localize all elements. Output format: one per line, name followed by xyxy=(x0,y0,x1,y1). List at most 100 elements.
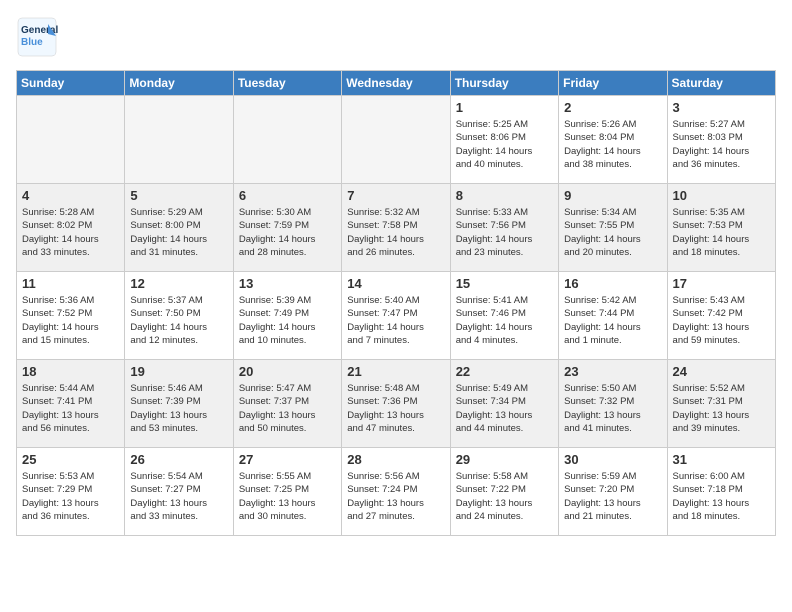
day-number: 12 xyxy=(130,276,227,291)
day-number: 31 xyxy=(673,452,770,467)
day-info: Sunrise: 5:48 AM Sunset: 7:36 PM Dayligh… xyxy=(347,382,444,435)
calendar-cell: 4 Sunrise: 5:28 AM Sunset: 8:02 PM Daylig… xyxy=(17,184,125,272)
calendar-cell: 9Sunrise: 5:34 AM Sunset: 7:55 PM Daylig… xyxy=(559,184,667,272)
weekday-header: Thursday xyxy=(450,71,558,96)
day-info: Sunrise: 5:54 AM Sunset: 7:27 PM Dayligh… xyxy=(130,470,227,523)
day-number: 7 xyxy=(347,188,444,203)
day-info: Sunrise: 5:42 AM Sunset: 7:44 PM Dayligh… xyxy=(564,294,661,347)
day-number: 19 xyxy=(130,364,227,379)
logo-icon: General Blue xyxy=(16,16,58,58)
day-info: Sunrise: 5:41 AM Sunset: 7:46 PM Dayligh… xyxy=(456,294,553,347)
calendar-cell: 15 Sunrise: 5:41 AM Sunset: 7:46 PM Dayli… xyxy=(450,272,558,360)
day-number: 24 xyxy=(673,364,770,379)
calendar-week-row: 25 Sunrise: 5:53 AM Sunset: 7:29 PM Dayli… xyxy=(17,448,776,536)
day-info: Sunrise: 6:00 AM Sunset: 7:18 PM Dayligh… xyxy=(673,470,770,523)
day-info: Sunrise: 5:58 AM Sunset: 7:22 PM Dayligh… xyxy=(456,470,553,523)
calendar-cell: 30 Sunrise: 5:59 AM Sunset: 7:20 PM Dayli… xyxy=(559,448,667,536)
logo: General Blue xyxy=(16,16,58,58)
calendar-cell: 20Sunrise: 5:47 AM Sunset: 7:37 PM Dayli… xyxy=(233,360,341,448)
day-info: Sunrise: 5:39 AM Sunset: 7:49 PM Dayligh… xyxy=(239,294,336,347)
day-number: 23 xyxy=(564,364,661,379)
svg-text:Blue: Blue xyxy=(21,37,43,48)
day-number: 17 xyxy=(673,276,770,291)
weekday-header: Wednesday xyxy=(342,71,450,96)
calendar-table: SundayMondayTuesdayWednesdayThursdayFrid… xyxy=(16,70,776,536)
day-number: 29 xyxy=(456,452,553,467)
day-info: Sunrise: 5:46 AM Sunset: 7:39 PM Dayligh… xyxy=(130,382,227,435)
calendar-cell xyxy=(342,96,450,184)
weekday-header: Friday xyxy=(559,71,667,96)
calendar-cell: 23 Sunrise: 5:50 AM Sunset: 7:32 PM Dayli… xyxy=(559,360,667,448)
calendar-cell: 31 Sunrise: 6:00 AM Sunset: 7:18 PM Dayli… xyxy=(667,448,775,536)
calendar-cell: 17 Sunrise: 5:43 AM Sunset: 7:42 PM Dayli… xyxy=(667,272,775,360)
day-number: 18 xyxy=(22,364,119,379)
day-number: 10 xyxy=(673,188,770,203)
day-info: Sunrise: 5:28 AM Sunset: 8:02 PM Dayligh… xyxy=(22,206,119,259)
calendar-cell: 6Sunrise: 5:30 AM Sunset: 7:59 PM Daylig… xyxy=(233,184,341,272)
day-number: 22 xyxy=(456,364,553,379)
day-number: 25 xyxy=(22,452,119,467)
calendar-cell: 7 Sunrise: 5:32 AM Sunset: 7:58 PM Daylig… xyxy=(342,184,450,272)
day-info: Sunrise: 5:33 AM Sunset: 7:56 PM Dayligh… xyxy=(456,206,553,259)
calendar-cell: 12 Sunrise: 5:37 AM Sunset: 7:50 PM Dayli… xyxy=(125,272,233,360)
weekday-header: Monday xyxy=(125,71,233,96)
calendar-week-row: 4 Sunrise: 5:28 AM Sunset: 8:02 PM Daylig… xyxy=(17,184,776,272)
calendar-cell: 29 Sunrise: 5:58 AM Sunset: 7:22 PM Dayli… xyxy=(450,448,558,536)
calendar-cell xyxy=(125,96,233,184)
calendar-cell: 5Sunrise: 5:29 AM Sunset: 8:00 PM Daylig… xyxy=(125,184,233,272)
day-number: 27 xyxy=(239,452,336,467)
calendar-cell: 19 Sunrise: 5:46 AM Sunset: 7:39 PM Dayli… xyxy=(125,360,233,448)
calendar-cell: 16 Sunrise: 5:42 AM Sunset: 7:44 PM Dayli… xyxy=(559,272,667,360)
day-number: 1 xyxy=(456,100,553,115)
weekday-header: Sunday xyxy=(17,71,125,96)
day-number: 5 xyxy=(130,188,227,203)
day-number: 3 xyxy=(673,100,770,115)
calendar-cell: 27Sunrise: 5:55 AM Sunset: 7:25 PM Dayli… xyxy=(233,448,341,536)
day-number: 8 xyxy=(456,188,553,203)
calendar-week-row: 18Sunrise: 5:44 AM Sunset: 7:41 PM Dayli… xyxy=(17,360,776,448)
day-number: 21 xyxy=(347,364,444,379)
day-number: 26 xyxy=(130,452,227,467)
day-info: Sunrise: 5:50 AM Sunset: 7:32 PM Dayligh… xyxy=(564,382,661,435)
calendar-cell: 24 Sunrise: 5:52 AM Sunset: 7:31 PM Dayli… xyxy=(667,360,775,448)
day-number: 30 xyxy=(564,452,661,467)
day-number: 15 xyxy=(456,276,553,291)
day-info: Sunrise: 5:53 AM Sunset: 7:29 PM Dayligh… xyxy=(22,470,119,523)
calendar-week-row: 11Sunrise: 5:36 AM Sunset: 7:52 PM Dayli… xyxy=(17,272,776,360)
day-info: Sunrise: 5:34 AM Sunset: 7:55 PM Dayligh… xyxy=(564,206,661,259)
day-number: 20 xyxy=(239,364,336,379)
day-info: Sunrise: 5:30 AM Sunset: 7:59 PM Dayligh… xyxy=(239,206,336,259)
day-info: Sunrise: 5:40 AM Sunset: 7:47 PM Dayligh… xyxy=(347,294,444,347)
day-number: 16 xyxy=(564,276,661,291)
day-info: Sunrise: 5:37 AM Sunset: 7:50 PM Dayligh… xyxy=(130,294,227,347)
day-info: Sunrise: 5:59 AM Sunset: 7:20 PM Dayligh… xyxy=(564,470,661,523)
day-info: Sunrise: 5:52 AM Sunset: 7:31 PM Dayligh… xyxy=(673,382,770,435)
day-number: 13 xyxy=(239,276,336,291)
calendar-cell: 13 Sunrise: 5:39 AM Sunset: 7:49 PM Dayli… xyxy=(233,272,341,360)
day-info: Sunrise: 5:49 AM Sunset: 7:34 PM Dayligh… xyxy=(456,382,553,435)
calendar-cell xyxy=(17,96,125,184)
day-info: Sunrise: 5:26 AM Sunset: 8:04 PM Dayligh… xyxy=(564,118,661,171)
day-info: Sunrise: 5:43 AM Sunset: 7:42 PM Dayligh… xyxy=(673,294,770,347)
calendar-cell: 3Sunrise: 5:27 AM Sunset: 8:03 PM Daylig… xyxy=(667,96,775,184)
calendar-cell: 25 Sunrise: 5:53 AM Sunset: 7:29 PM Dayli… xyxy=(17,448,125,536)
calendar-week-row: 1 Sunrise: 5:25 AM Sunset: 8:06 PM Daylig… xyxy=(17,96,776,184)
calendar-cell: 2 Sunrise: 5:26 AM Sunset: 8:04 PM Daylig… xyxy=(559,96,667,184)
calendar-cell: 14 Sunrise: 5:40 AM Sunset: 7:47 PM Dayli… xyxy=(342,272,450,360)
weekday-header-row: SundayMondayTuesdayWednesdayThursdayFrid… xyxy=(17,71,776,96)
day-number: 28 xyxy=(347,452,444,467)
weekday-header: Saturday xyxy=(667,71,775,96)
calendar-cell xyxy=(233,96,341,184)
day-number: 4 xyxy=(22,188,119,203)
calendar-cell: 1 Sunrise: 5:25 AM Sunset: 8:06 PM Daylig… xyxy=(450,96,558,184)
calendar-cell: 21 Sunrise: 5:48 AM Sunset: 7:36 PM Dayli… xyxy=(342,360,450,448)
calendar-cell: 8 Sunrise: 5:33 AM Sunset: 7:56 PM Daylig… xyxy=(450,184,558,272)
day-info: Sunrise: 5:35 AM Sunset: 7:53 PM Dayligh… xyxy=(673,206,770,259)
day-number: 14 xyxy=(347,276,444,291)
calendar-cell: 28Sunrise: 5:56 AM Sunset: 7:24 PM Dayli… xyxy=(342,448,450,536)
day-info: Sunrise: 5:32 AM Sunset: 7:58 PM Dayligh… xyxy=(347,206,444,259)
calendar-cell: 10 Sunrise: 5:35 AM Sunset: 7:53 PM Dayli… xyxy=(667,184,775,272)
day-info: Sunrise: 5:25 AM Sunset: 8:06 PM Dayligh… xyxy=(456,118,553,171)
day-number: 2 xyxy=(564,100,661,115)
weekday-header: Tuesday xyxy=(233,71,341,96)
